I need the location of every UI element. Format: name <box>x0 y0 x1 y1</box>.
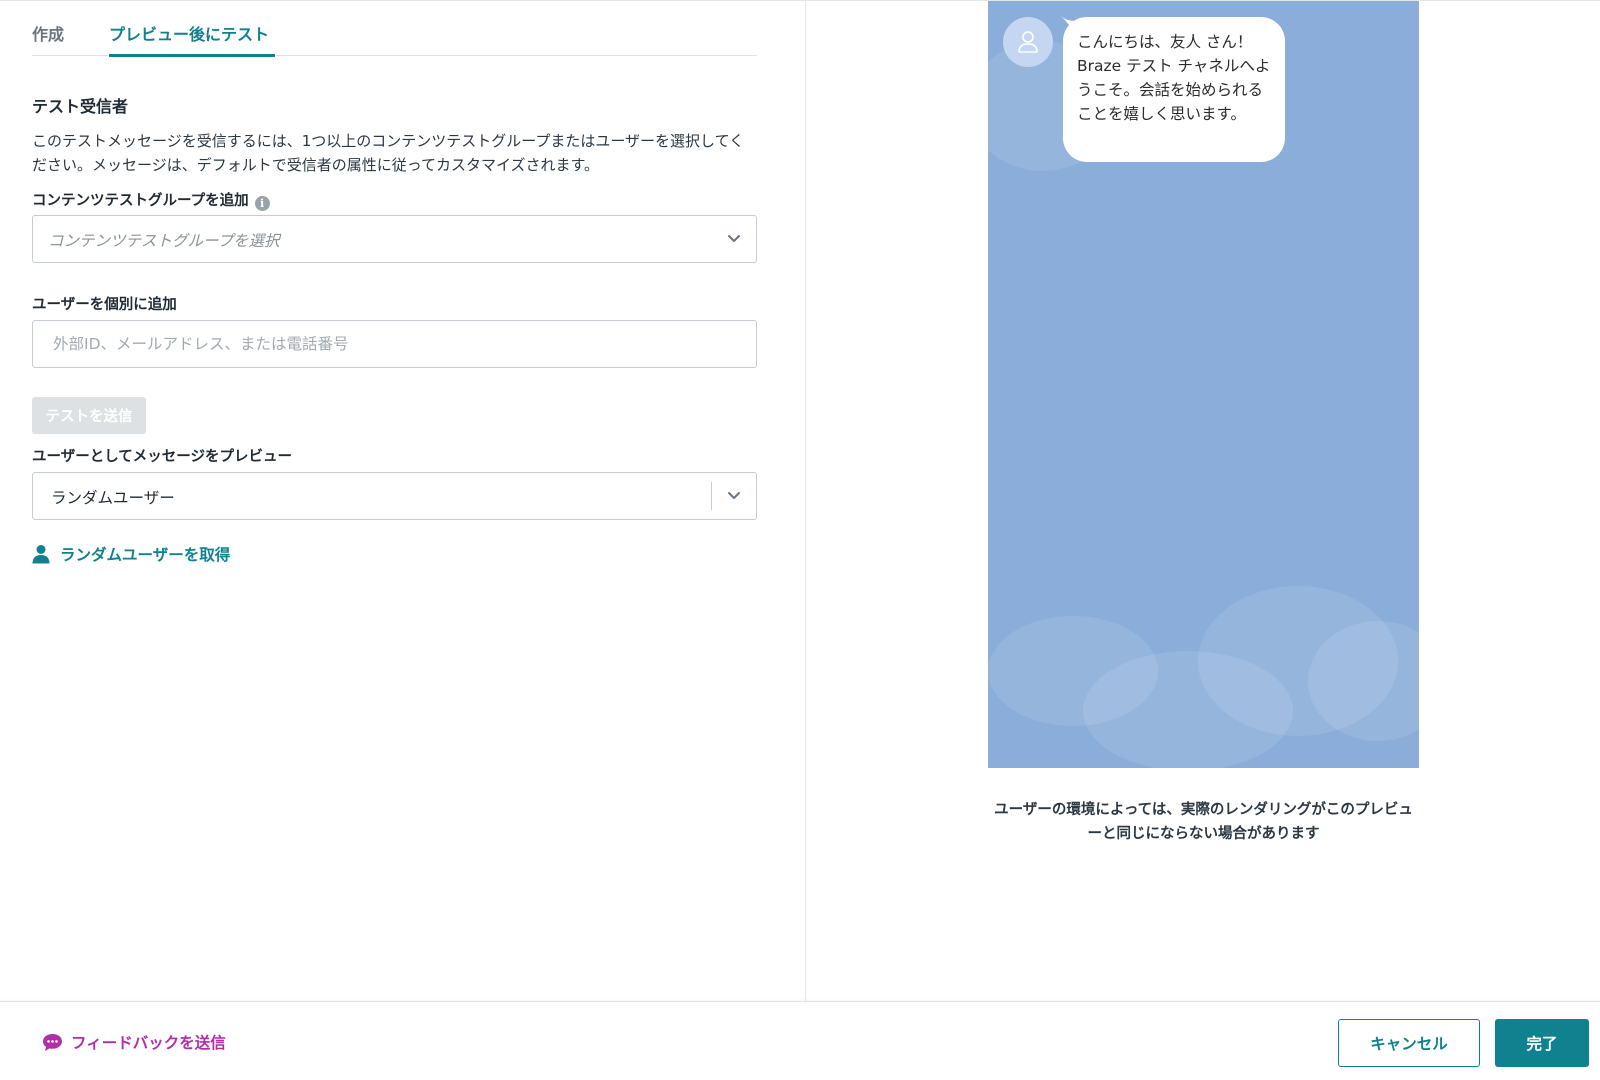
content-test-group-label: コンテンツテストグループを追加 i <box>32 189 270 211</box>
message-preview-screen: こんにちは、友人 さん！Braze テスト チャネルへようこそ。会話を始められる… <box>988 1 1419 768</box>
preview-user-value: ランダムユーザー <box>51 489 175 507</box>
test-recipients-title: テスト受信者 <box>32 97 129 116</box>
send-feedback-label: フィードバックを送信 <box>71 1034 226 1052</box>
send-feedback-link[interactable]: フィードバックを送信 <box>42 1031 226 1053</box>
user-icon <box>32 545 50 564</box>
rendering-disclaimer: ユーザーの環境によっては、実際のレンダリングがこのプレビューと同じにならない場合… <box>994 802 1413 842</box>
cancel-button[interactable]: キャンセル <box>1338 1019 1480 1067</box>
avatar <box>1003 17 1053 67</box>
preview-panel: こんにちは、友人 さん！Braze テスト チャネルへようこそ。会話を始められる… <box>806 0 1600 1001</box>
add-users-label: ユーザーを個別に追加 <box>32 297 177 313</box>
test-settings-panel: 作成 プレビュー後にテスト テスト受信者 このテストメッセージを受信するには、1… <box>0 0 806 1001</box>
get-random-user-label: ランダムユーザーを取得 <box>60 546 231 564</box>
tab-bar: 作成 プレビュー後にテスト <box>32 1 757 57</box>
app-root: 作成 プレビュー後にテスト テスト受信者 このテストメッセージを受信するには、1… <box>0 0 1600 1080</box>
preview-user-select[interactable]: ランダムユーザー <box>32 472 757 520</box>
preview-as-user-label: ユーザーとしてメッセージをプレビュー <box>32 449 292 465</box>
info-icon[interactable]: i <box>254 196 270 211</box>
tab-preview-test[interactable]: プレビュー後にテスト <box>109 21 275 57</box>
add-users-input[interactable] <box>32 320 757 368</box>
select-divider <box>711 482 712 510</box>
chevron-down-icon[interactable] <box>726 487 742 503</box>
avatar-icon <box>1018 31 1038 53</box>
chevron-down-icon <box>728 235 740 242</box>
message-bubble: こんにちは、友人 さん！Braze テスト チャネルへようこそ。会話を始められる… <box>1063 17 1285 162</box>
content-test-group-placeholder: コンテンツテストグループを選択 <box>48 232 280 250</box>
content-test-group-label-text: コンテンツテストグループを追加 <box>32 193 249 209</box>
chat-bubble-icon <box>43 1033 62 1051</box>
test-recipients-description: このテストメッセージを受信するには、1つ以上のコンテンツテストグループまたはユー… <box>32 132 745 174</box>
footer-bar: フィードバックを送信 キャンセル 完了 <box>0 1001 1600 1080</box>
tab-compose[interactable]: 作成 <box>32 21 64 56</box>
send-test-button[interactable]: テストを送信 <box>32 397 146 434</box>
done-button[interactable]: 完了 <box>1495 1019 1589 1067</box>
get-random-user-link[interactable]: ランダムユーザーを取得 <box>32 541 230 567</box>
content-test-group-select[interactable]: コンテンツテストグループを選択 <box>32 215 757 263</box>
